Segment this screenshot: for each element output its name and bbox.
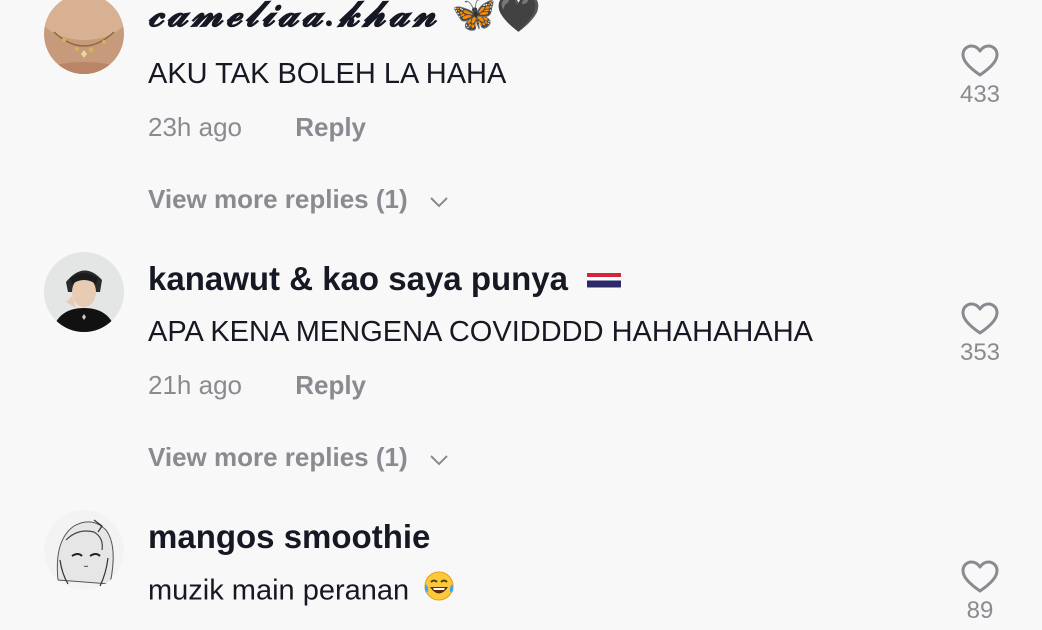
like-control: 433 [948,44,1012,107]
avatar[interactable] [44,0,124,74]
chevron-down-icon [429,444,449,470]
reply-button[interactable]: Reply [295,112,366,142]
comment-text: AKU TAK BOLEH LA HAHA [148,58,507,90]
comment-text: APA KENA MENGENA COVIDDDD HAHAHAHAHA [148,316,814,348]
comment-username[interactable]: mangos smoothie [148,520,430,553]
reply-button[interactable]: Reply [295,370,366,400]
comment-meta: 21h ago Reply [148,372,366,398]
comment-timestamp: 23h ago [148,112,242,142]
butterfly-heart-emoji: 🦋🖤 [451,0,542,35]
view-more-replies-button[interactable]: View more replies (1) [148,444,449,470]
like-count: 89 [966,597,994,624]
comment-username[interactable]: 𝓬𝓪𝓶𝓮𝓵𝓲𝓪𝓪.𝓴𝓱𝓪𝓷 🦋🖤 [148,0,541,33]
heart-outline-icon[interactable] [948,302,1012,341]
laughing-tears-emoji [423,570,455,608]
avatar[interactable] [44,510,124,590]
like-control: 353 [948,302,1012,365]
heart-outline-icon[interactable] [948,560,1012,599]
comment-username[interactable]: kanawut & kao saya punya [148,262,622,295]
comment-timestamp: 21h ago [148,370,242,400]
comments-panel: 𝓬𝓪𝓶𝓮𝓵𝓲𝓪𝓪.𝓴𝓱𝓪𝓷 🦋🖤 AKU TAK BOLEH LA HAHA 2… [0,0,1042,630]
heart-outline-icon[interactable] [948,44,1012,83]
chevron-down-icon [429,186,449,212]
avatar[interactable] [44,252,124,332]
view-more-replies-button[interactable]: View more replies (1) [148,186,449,212]
like-control: 89 [948,560,1012,623]
like-count: 433 [959,81,1001,108]
view-more-replies-label: View more replies (1) [148,442,408,472]
comment-meta: 23h ago Reply [148,114,366,140]
view-more-replies-label: View more replies (1) [148,184,408,214]
comment-text: muzik main peranan [148,571,455,608]
like-count: 353 [959,339,1001,366]
thailand-flag-emoji [587,267,622,290]
